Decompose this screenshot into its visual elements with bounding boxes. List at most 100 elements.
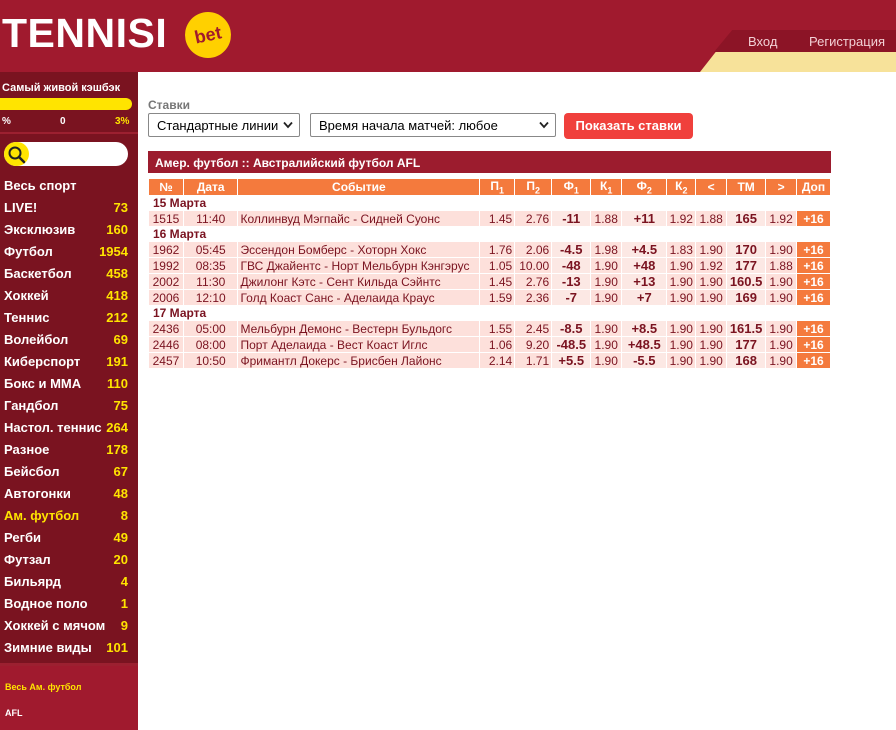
col-p2-header[interactable]: П2 [514,177,553,197]
search-icon[interactable] [4,142,29,166]
odd-k2[interactable]: 1.92 [666,210,697,228]
total-value[interactable]: 177 [726,336,767,354]
cashback-title[interactable]: Самый живой кэшбэк [2,82,120,94]
handicap-f1[interactable]: -11 [551,210,592,228]
col-event-header[interactable]: Событие [237,177,481,197]
match-event[interactable]: Мельбурн Демонс - Вестерн Бульдогс [237,320,481,338]
sidebar-item-sport[interactable]: Футзал 20 [0,548,138,570]
match-event[interactable]: Джилонг Кэтс - Сент Кильда Сэйнтс [237,273,481,291]
more-bets-button[interactable]: +16 [796,336,831,354]
odd-p1[interactable]: 1.06 [479,336,516,354]
sidebar-item-sport[interactable]: Киберспорт 191 [0,350,138,372]
handicap-f2[interactable]: -5.5 [621,352,668,370]
show-bets-button[interactable]: Показать ставки [564,113,693,139]
lines-select[interactable]: Стандартные линии [148,113,300,137]
odd-p1[interactable]: 1.76 [479,241,516,259]
odd-over[interactable]: 1.90 [765,336,797,354]
odd-k1[interactable]: 1.88 [590,210,623,228]
total-value[interactable]: 170 [726,241,767,259]
handicap-f2[interactable]: +48 [621,257,668,275]
col-date-header[interactable]: Дата [182,177,239,197]
odd-over[interactable]: 1.90 [765,320,797,338]
odd-under[interactable]: 1.90 [695,289,728,307]
more-bets-button[interactable]: +16 [796,241,831,259]
handicap-f2[interactable]: +11 [621,210,668,228]
odd-over[interactable]: 1.90 [765,273,797,291]
handicap-f1[interactable]: +5.5 [551,352,592,370]
match-event[interactable]: ГВС Джайентс - Норт Мельбурн Кэнгэрус [237,257,481,275]
handicap-f1[interactable]: -7 [551,289,592,307]
match-event[interactable]: Фримантл Докерс - Брисбен Лайонс [237,352,481,370]
more-bets-button[interactable]: +16 [796,289,831,307]
odd-p2[interactable]: 2.06 [514,241,553,259]
more-bets-button[interactable]: +16 [796,352,831,370]
time-select[interactable]: Время начала матчей: любое [310,113,556,137]
odd-over[interactable]: 1.90 [765,352,797,370]
odd-p2[interactable]: 2.36 [514,289,553,307]
total-value[interactable]: 161.5 [726,320,767,338]
match-event[interactable]: Голд Коаст Санс - Аделаида Краус [237,289,481,307]
handicap-f2[interactable]: +8.5 [621,320,668,338]
odd-p1[interactable]: 2.14 [479,352,516,370]
odd-k2[interactable]: 1.90 [666,320,697,338]
handicap-f1[interactable]: -48 [551,257,592,275]
sidebar-item-sport[interactable]: Теннис 212 [0,306,138,328]
sidebar-item-sport[interactable]: Бокс и MMA 110 [0,372,138,394]
total-value[interactable]: 169 [726,289,767,307]
handicap-f2[interactable]: +13 [621,273,668,291]
match-event[interactable]: Порт Аделаида - Вест Коаст Иглс [237,336,481,354]
handicap-f1[interactable]: -8.5 [551,320,592,338]
total-value[interactable]: 177 [726,257,767,275]
match-event[interactable]: Коллинвуд Мэгпайс - Сидней Суонс [237,210,481,228]
sidebar-item-sport[interactable]: Волейбол 69 [0,328,138,350]
odd-over[interactable]: 1.90 [765,241,797,259]
odd-p2[interactable]: 2.76 [514,273,553,291]
sidebar-item-sport[interactable]: Ам. футбол 8 [0,504,138,526]
odd-over[interactable]: 1.92 [765,210,797,228]
sidebar-item-sport[interactable]: Баскетбол 458 [0,262,138,284]
odd-k2[interactable]: 1.90 [666,336,697,354]
odd-k1[interactable]: 1.90 [590,289,623,307]
odd-k1[interactable]: 1.90 [590,273,623,291]
sidebar-item-sport[interactable]: Зимние виды 101 [0,636,138,658]
handicap-f2[interactable]: +4.5 [621,241,668,259]
odd-under[interactable]: 1.88 [695,210,728,228]
odd-p2[interactable]: 9.20 [514,336,553,354]
more-bets-button[interactable]: +16 [796,320,831,338]
sidebar-item-sport[interactable]: Бейсбол 67 [0,460,138,482]
col-extra-header[interactable]: Доп [796,177,831,197]
sidebar-item-sport[interactable]: Гандбол 75 [0,394,138,416]
odd-k2[interactable]: 1.83 [666,241,697,259]
sidebar-item-sport[interactable]: Бильярд 4 [0,570,138,592]
odd-p1[interactable]: 1.59 [479,289,516,307]
more-bets-button[interactable]: +16 [796,210,831,228]
total-value[interactable]: 168 [726,352,767,370]
col-num-header[interactable]: № [148,177,184,197]
handicap-f1[interactable]: -13 [551,273,592,291]
sidebar-item-sport[interactable]: Регби 49 [0,526,138,548]
sidebar-item-sport[interactable]: Эксклюзив 160 [0,218,138,240]
odd-p1[interactable]: 1.45 [479,210,516,228]
odd-over[interactable]: 1.90 [765,289,797,307]
total-value[interactable]: 165 [726,210,767,228]
total-value[interactable]: 160.5 [726,273,767,291]
odd-p2[interactable]: 10.00 [514,257,553,275]
sidebar-item-sport[interactable]: Хоккей 418 [0,284,138,306]
logo[interactable]: TENNISI [2,10,167,57]
odd-p2[interactable]: 2.76 [514,210,553,228]
odd-k1[interactable]: 1.98 [590,241,623,259]
sidebar-item-sport[interactable]: Футбол 1954 [0,240,138,262]
sidebar-item-sport[interactable]: Водное поло 1 [0,592,138,614]
odd-p2[interactable]: 1.71 [514,352,553,370]
sidebar-item-sport[interactable]: LIVE! 73 [0,196,138,218]
col-tm-header[interactable]: ТМ [726,177,767,197]
odd-k1[interactable]: 1.90 [590,257,623,275]
more-bets-button[interactable]: +16 [796,257,831,275]
sidebar-item-sport[interactable]: Весь спорт [0,174,138,196]
more-bets-button[interactable]: +16 [796,273,831,291]
logo-badge-icon[interactable]: bet [180,7,236,63]
handicap-f1[interactable]: -4.5 [551,241,592,259]
odd-under[interactable]: 1.90 [695,352,728,370]
odd-k2[interactable]: 1.90 [666,257,697,275]
login-link[interactable]: Вход [748,34,777,49]
